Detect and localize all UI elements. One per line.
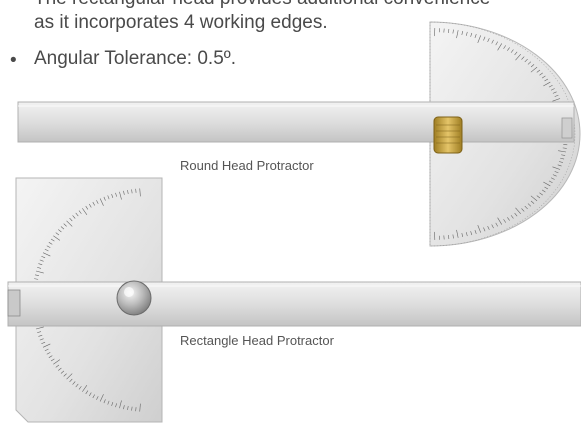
rectangle-head-arm	[7, 281, 581, 327]
rectangle-head-caption: Rectangle Head Protractor	[180, 333, 334, 348]
round-head-arm	[17, 101, 575, 143]
protractor-illustrations	[7, 21, 581, 423]
chrome-lock-knob	[116, 280, 152, 316]
round-head-caption: Round Head Protractor	[180, 158, 314, 173]
brass-lock-knob	[433, 116, 463, 154]
